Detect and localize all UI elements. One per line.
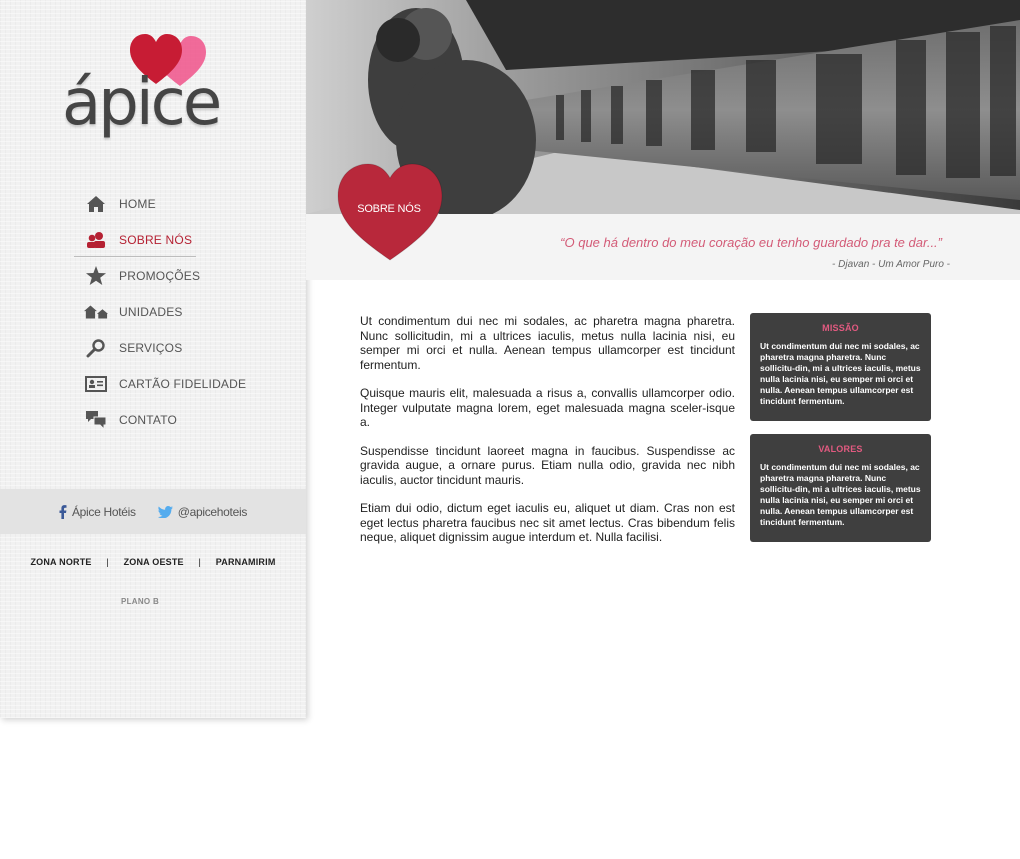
- nav-label-home: HOME: [119, 197, 156, 211]
- missao-title: MISSÃO: [822, 323, 859, 333]
- content-paragraph: Suspendisse tincidunt laoreet magna in f…: [360, 443, 735, 487]
- valores-title: VALORES: [818, 444, 863, 454]
- nav-item-home[interactable]: HOME: [74, 186, 254, 222]
- zone-link-parnamirim[interactable]: PARNAMIRIM: [216, 557, 276, 567]
- main-content: Ut condimentum dui nec mi sodales, ac ph…: [360, 314, 735, 559]
- logo-text: ápice: [62, 66, 222, 140]
- twitter-label: @apicehoteis: [177, 504, 248, 519]
- header-banner: SOBRE NÓS “O que há dentro do meu coraçã…: [306, 0, 1020, 280]
- plano-b-link[interactable]: PLANO B: [0, 597, 280, 606]
- sidebar: ápice HOME SOBRE NÓS PROMOÇÕES UNIDADES …: [0, 0, 306, 718]
- content-paragraph: Ut condimentum dui nec mi sodales, ac ph…: [360, 314, 735, 372]
- nav-item-sobre-nos[interactable]: SOBRE NÓS: [74, 222, 254, 258]
- content-paragraph: Quisque mauris elit, malesuada a risus a…: [360, 386, 735, 429]
- social-bar: Ápice Hotéis @apicehoteis: [0, 489, 306, 534]
- id-card-icon: [84, 373, 108, 395]
- zones-links: ZONA NORTE | ZONA OESTE | PARNAMIRIM: [0, 557, 306, 567]
- nav-label-servicos: SERVIÇOS: [119, 341, 183, 355]
- nav-label-sobre-nos: SOBRE NÓS: [119, 233, 193, 247]
- nav-label-contato: CONTATO: [119, 413, 178, 427]
- search-icon: [84, 337, 108, 359]
- zone-separator: |: [198, 557, 201, 567]
- valores-box: VALORES Ut condimentum dui nec mi sodale…: [750, 434, 931, 542]
- nav-item-unidades[interactable]: UNIDADES: [74, 294, 254, 330]
- home-icon: [84, 193, 108, 215]
- nav-item-promocoes[interactable]: PROMOÇÕES: [74, 258, 254, 294]
- twitter-link[interactable]: @apicehoteis: [157, 504, 248, 519]
- nav-label-promocoes: PROMOÇÕES: [119, 269, 201, 283]
- nav-item-contato[interactable]: CONTATO: [74, 402, 254, 438]
- buildings-icon: [84, 301, 108, 323]
- valores-text: Ut condimentum dui nec mi sodales, ac ph…: [760, 462, 921, 527]
- nav-item-servicos[interactable]: SERVIÇOS: [74, 330, 254, 366]
- zone-separator: |: [106, 557, 109, 567]
- facebook-link[interactable]: Ápice Hotéis: [59, 505, 136, 519]
- main-nav: HOME SOBRE NÓS PROMOÇÕES UNIDADES SERVIÇ…: [74, 186, 254, 438]
- section-label: SOBRE NÓS: [357, 203, 421, 215]
- zone-link-norte[interactable]: ZONA NORTE: [30, 557, 91, 567]
- content-paragraph: Etiam dui odio, dictum eget iaculis eu, …: [360, 501, 735, 544]
- logo[interactable]: ápice: [60, 28, 240, 148]
- quote-text: “O que há dentro do meu coração eu tenho…: [560, 235, 942, 250]
- chat-icon: [84, 409, 108, 431]
- twitter-icon: [157, 505, 173, 518]
- star-icon: [84, 265, 108, 287]
- quote-author: - Djavan - Um Amor Puro -: [832, 259, 950, 270]
- nav-label-cartao-fidelidade: CARTÃO FIDELIDADE: [119, 377, 247, 391]
- zone-link-oeste[interactable]: ZONA OESTE: [124, 557, 184, 567]
- missao-text: Ut condimentum dui nec mi sodales, ac ph…: [760, 341, 921, 406]
- nav-item-cartao-fidelidade[interactable]: CARTÃO FIDELIDADE: [74, 366, 254, 402]
- missao-box: MISSÃO Ut condimentum dui nec mi sodales…: [750, 313, 931, 421]
- users-icon: [84, 229, 108, 251]
- facebook-icon: [59, 504, 67, 519]
- facebook-label: Ápice Hotéis: [71, 504, 136, 519]
- nav-label-unidades: UNIDADES: [119, 305, 183, 319]
